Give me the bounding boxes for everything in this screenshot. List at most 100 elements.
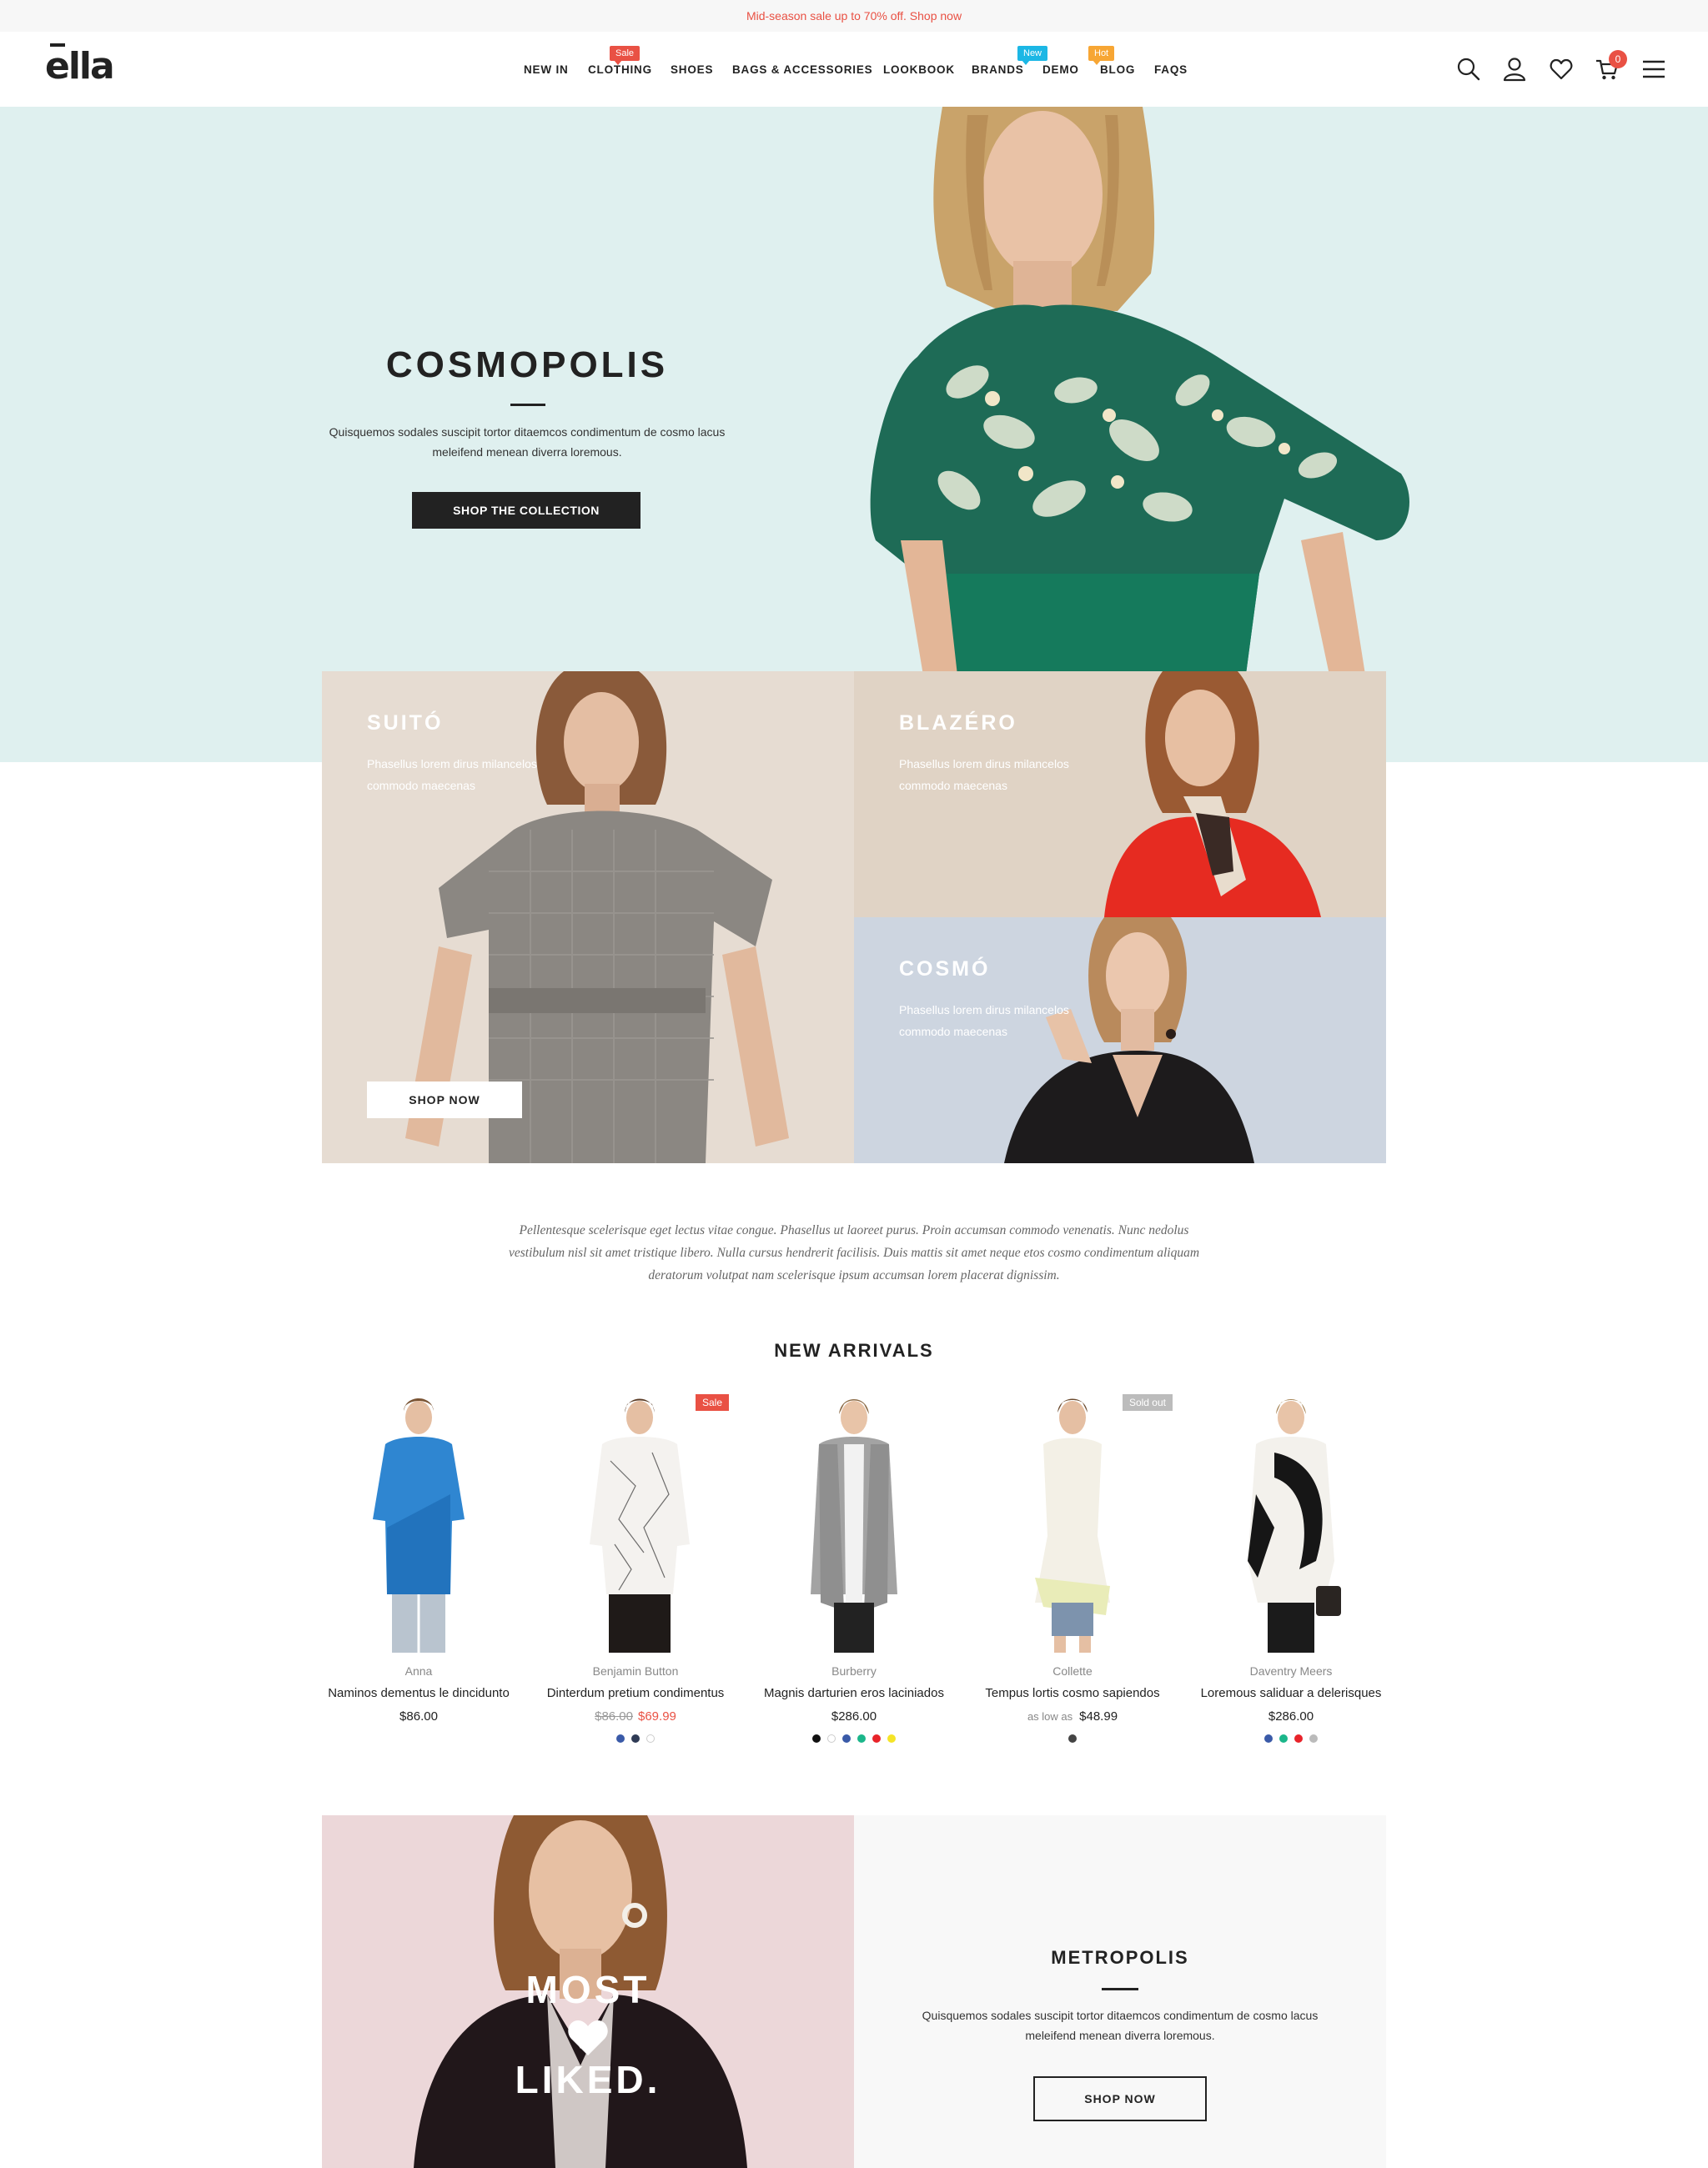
swatch[interactable] — [857, 1734, 866, 1743]
swatch[interactable] — [887, 1734, 896, 1743]
hero-slideshow: COSMOPOLIS Quisquemos sodales suscipit t… — [0, 107, 1708, 762]
nav-item-faqs[interactable]: FAQS — [1154, 63, 1188, 76]
banner-text: Phasellus lorem dirus milancelos commodo… — [899, 1003, 1069, 1038]
nav-item-lookbook[interactable]: LOOKBOOK — [883, 63, 955, 76]
logo-accent — [50, 43, 65, 47]
swatch[interactable] — [872, 1734, 881, 1743]
announcement-bar[interactable]: Mid-season sale up to 70% off. Shop now — [0, 0, 1708, 32]
most-text: MOST — [525, 1968, 651, 2011]
hero-model-image — [870, 107, 1409, 762]
product-image[interactable] — [972, 1394, 1173, 1653]
product-image[interactable] — [1191, 1394, 1391, 1653]
swatch[interactable] — [1294, 1734, 1303, 1743]
product-price: as low as $48.99 — [972, 1709, 1173, 1724]
swatch[interactable] — [842, 1734, 851, 1743]
banner-cosmo[interactable]: COSMÓ Phasellus lorem dirus milancelos c… — [854, 917, 1386, 1163]
swatch[interactable] — [1309, 1734, 1318, 1743]
product-card[interactable]: Burberry Magnis darturien eros laciniado… — [754, 1394, 954, 1753]
metropolis-divider — [1102, 1988, 1138, 1990]
product-price: $86.00 — [319, 1709, 519, 1724]
compare-price: $86.00 — [595, 1709, 633, 1724]
nav-item-new-in[interactable]: NEW IN — [524, 63, 569, 76]
color-swatches — [535, 1734, 736, 1743]
shop-now-button[interactable]: SHOP NOW — [1033, 2076, 1207, 2121]
product-vendor[interactable]: Collette — [972, 1664, 1173, 1678]
product-image[interactable] — [754, 1394, 954, 1653]
swatch[interactable] — [1264, 1734, 1273, 1743]
sold-out-badge: Sold out — [1122, 1394, 1173, 1411]
nav-item-demo[interactable]: DEMO — [1042, 63, 1079, 76]
nav-item-shoes[interactable]: SHOES — [671, 63, 713, 76]
product-vendor[interactable]: Daventry Meers — [1191, 1664, 1391, 1678]
intro-paragraph: Pellentesque scelerisque eget lectus vit… — [508, 1223, 1200, 1282]
product-card[interactable]: Sold out Collette Tempus lortis cosmo sa… — [972, 1394, 1173, 1753]
swatch[interactable] — [1068, 1734, 1077, 1743]
banner-suito[interactable]: SUITÓ Phasellus lorem dirus milancelos c… — [322, 671, 854, 1163]
most-liked-banner[interactable]: MOST LIKED. — [322, 1815, 854, 2168]
heart-icon[interactable] — [1549, 57, 1574, 82]
product-price: $286.00 — [1191, 1709, 1391, 1724]
product-image[interactable] — [535, 1394, 736, 1653]
shop-the-collection-button[interactable]: SHOP THE COLLECTION — [412, 492, 640, 529]
nav-label: BRANDS — [972, 63, 1024, 76]
nav-label: NEW IN — [524, 63, 569, 76]
product-card[interactable]: Sale Benjamin Button Dinterdum pretium c… — [535, 1394, 736, 1753]
banner-title: COSMÓ — [899, 957, 991, 981]
color-swatches — [1191, 1734, 1391, 1743]
product-name[interactable]: Naminos dementus le dincidunto — [302, 1686, 535, 1700]
cart-count-badge: 0 — [1609, 50, 1627, 68]
site-header: ella NEW IN Sale CLOTHING SHOES BAGS & A… — [0, 32, 1708, 107]
product-card[interactable]: Daventry Meers Loremous saliduar a deler… — [1191, 1394, 1391, 1753]
product-vendor[interactable]: Anna — [319, 1664, 519, 1678]
search-icon[interactable] — [1456, 57, 1481, 82]
nav-label: CLOTHING — [588, 63, 652, 76]
hero-divider — [510, 404, 545, 406]
product-vendor[interactable]: Benjamin Button — [535, 1664, 736, 1678]
cart-icon[interactable]: 0 — [1595, 50, 1627, 82]
price-value: $86.00 — [399, 1709, 438, 1724]
product-name[interactable]: Loremous saliduar a delerisques — [1174, 1686, 1408, 1700]
price-value: $286.00 — [831, 1709, 877, 1724]
color-swatches — [972, 1734, 1173, 1743]
nav-label: BLOG — [1100, 63, 1136, 76]
banner-blazero[interactable]: BLAZÉRO Phasellus lorem dirus milancelos… — [854, 671, 1386, 917]
product-name[interactable]: Magnis darturien eros laciniados — [737, 1686, 971, 1700]
color-swatches — [754, 1734, 954, 1743]
announcement-text[interactable]: Mid-season sale up to 70% off. Shop now — [746, 9, 962, 23]
banner-title: SUITÓ — [367, 711, 444, 735]
nav-item-bags-accessories[interactable]: BAGS & ACCESSORIES — [732, 63, 872, 76]
nav-item-blog[interactable]: Hot BLOG — [1088, 46, 1136, 76]
new-badge: New — [1017, 46, 1048, 65]
hero-title: COSMOPOLIS — [385, 344, 669, 385]
product-price: $86.00 $69.99 — [535, 1709, 736, 1724]
heart-icon — [568, 2020, 608, 2055]
nav-item-clothing[interactable]: Sale CLOTHING — [588, 46, 652, 76]
nav-label: BAGS & ACCESSORIES — [732, 63, 873, 76]
swatch[interactable] — [812, 1734, 821, 1743]
metropolis-description: Quisquemos sodales suscipit tortor ditae… — [922, 2009, 1319, 2042]
banner-title: BLAZÉRO — [899, 711, 1017, 735]
metropolis-section: METROPOLIS Quisquemos sodales suscipit t… — [854, 1815, 1386, 2168]
nav-item-brands[interactable]: New BRANDS — [972, 46, 1048, 76]
user-icon[interactable] — [1502, 57, 1527, 82]
product-card[interactable]: Anna Naminos dementus le dincidunto $86.… — [319, 1394, 519, 1753]
new-arrivals-title: NEW ARRIVALS — [774, 1340, 934, 1361]
liked-text: LIKED. — [515, 2058, 661, 2101]
menu-icon[interactable] — [1641, 57, 1666, 82]
hero-description: Quisquemos sodales suscipit tortor ditae… — [329, 425, 726, 459]
product-name[interactable]: Dinterdum pretium condimentus — [519, 1686, 752, 1700]
nav-label: SHOES — [671, 63, 714, 76]
swatch[interactable] — [616, 1734, 625, 1743]
swatch[interactable] — [646, 1734, 655, 1743]
price-prefix: as low as — [1027, 1710, 1073, 1723]
product-name[interactable]: Tempus lortis cosmo sapiendos — [956, 1686, 1189, 1700]
sale-badge: Sale — [610, 46, 640, 65]
price-value: $286.00 — [1268, 1709, 1314, 1724]
swatch[interactable] — [1279, 1734, 1288, 1743]
product-image[interactable] — [319, 1394, 519, 1653]
price-value: $48.99 — [1079, 1709, 1118, 1724]
swatch[interactable] — [827, 1734, 836, 1743]
product-vendor[interactable]: Burberry — [754, 1664, 954, 1678]
shop-now-button[interactable]: SHOP NOW — [367, 1081, 522, 1118]
swatch[interactable] — [631, 1734, 640, 1743]
